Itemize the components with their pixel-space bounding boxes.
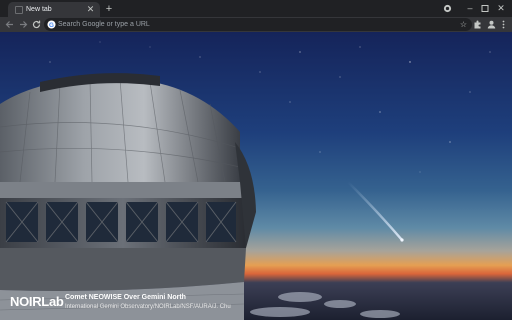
close-window-icon[interactable]: ✕ (495, 3, 507, 14)
new-tab-plus-icon[interactable]: + (103, 3, 115, 15)
tab-title: New tab (26, 6, 52, 13)
photo-credit: International Gemini Observatory/NOIRLab… (65, 304, 231, 310)
svg-text:G: G (49, 22, 54, 29)
omnibox-placeholder: Search Google or type a URL (58, 21, 150, 28)
maximize-icon[interactable] (479, 3, 491, 14)
observatory-comet-photo (0, 32, 512, 320)
minimize-icon[interactable]: – (464, 3, 476, 14)
photo-title[interactable]: Comet NEOWISE Over Gemini North (65, 293, 186, 303)
tab-new-tab[interactable]: New tab ✕ (8, 2, 100, 17)
new-tab-favicon-icon (15, 6, 23, 14)
google-g-icon: G (47, 20, 56, 29)
forward-arrow-icon[interactable] (17, 18, 30, 31)
noirlab-logo: NOIRLab (10, 294, 64, 309)
bookmark-star-icon[interactable]: ☆ (460, 18, 467, 31)
omnibox[interactable]: G Search Google or type a URL ☆ (44, 18, 472, 31)
ntp-background-image: NOIRLab Comet NEOWISE Over Gemini North … (0, 32, 512, 320)
tab-close-icon[interactable]: ✕ (85, 4, 96, 15)
three-dot-menu-icon[interactable] (497, 18, 510, 31)
puzzle-icon[interactable] (471, 18, 484, 31)
tab-strip: New tab ✕ + – ✕ (0, 0, 512, 17)
back-arrow-icon[interactable] (3, 18, 16, 31)
chrome-round-icon[interactable] (443, 4, 452, 13)
reload-icon[interactable] (30, 18, 43, 31)
toolbar: G Search Google or type a URL ☆ (0, 17, 512, 32)
